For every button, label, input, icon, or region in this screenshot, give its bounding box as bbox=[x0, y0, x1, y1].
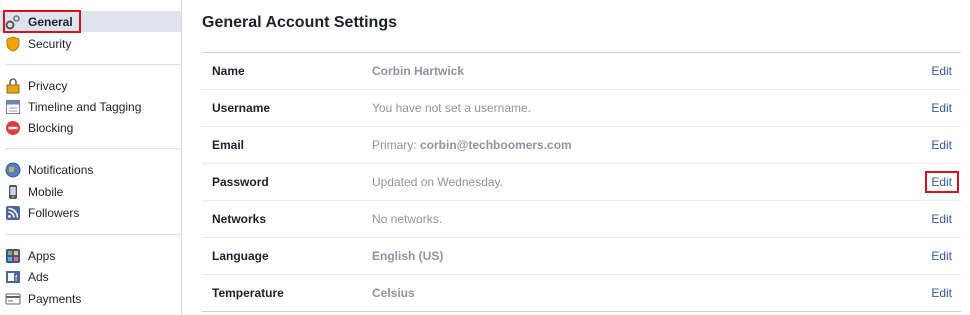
edit-temperature-link[interactable]: Edit bbox=[901, 286, 961, 300]
row-value: Primary: corbin@techboomers.com bbox=[372, 138, 901, 152]
edit-language-link[interactable]: Edit bbox=[901, 249, 961, 263]
sidebar-item-label: Blocking bbox=[28, 120, 74, 135]
sidebar-item-label: Ads bbox=[28, 269, 49, 284]
page-title: General Account Settings bbox=[202, 14, 397, 31]
globe-icon bbox=[5, 162, 21, 178]
edit-email-link[interactable]: Edit bbox=[901, 138, 961, 152]
shield-icon bbox=[5, 35, 21, 52]
sidebar-item-followers[interactable]: Followers bbox=[5, 202, 181, 223]
timeline-icon bbox=[5, 99, 21, 115]
sidebar-item-notifications[interactable]: Notifications bbox=[5, 159, 181, 180]
lock-icon bbox=[5, 77, 21, 94]
sidebar-item-ads[interactable]: f Ads bbox=[5, 266, 181, 287]
sidebar-item-label: General bbox=[28, 14, 73, 29]
sidebar-item-label: Security bbox=[28, 36, 72, 51]
row-value: Updated on Wednesday. bbox=[372, 175, 503, 189]
row-value: You have not set a username. bbox=[372, 101, 531, 115]
settings-main: General Account Settings Name Corbin Har… bbox=[182, 0, 970, 315]
row-label: Email bbox=[212, 138, 245, 152]
row-label: Language bbox=[212, 249, 269, 263]
sidebar-item-payments[interactable]: Payments bbox=[5, 288, 181, 309]
row-value: No networks. bbox=[372, 212, 443, 226]
row-label: Networks bbox=[212, 212, 267, 226]
edit-networks-link[interactable]: Edit bbox=[901, 212, 961, 226]
row-label: Password bbox=[212, 175, 269, 189]
settings-row-username[interactable]: Username You have not set a username. Ed… bbox=[202, 90, 961, 127]
sidebar-item-apps[interactable]: Apps bbox=[5, 245, 181, 266]
settings-row-name[interactable]: Name Corbin Hartwick Edit bbox=[202, 53, 961, 90]
gears-icon bbox=[5, 14, 21, 30]
sidebar-divider bbox=[5, 148, 181, 149]
blocking-icon bbox=[5, 120, 21, 136]
edit-password-link[interactable]: Edit bbox=[901, 175, 961, 189]
row-value: Corbin Hartwick bbox=[372, 64, 465, 78]
row-label: Username bbox=[212, 101, 271, 115]
row-value: English (US) bbox=[372, 249, 444, 263]
sidebar-item-label: Notifications bbox=[28, 162, 94, 177]
sidebar-divider bbox=[5, 64, 181, 65]
sidebar-item-label: Mobile bbox=[28, 184, 64, 199]
sidebar-item-label: Timeline and Tagging bbox=[28, 99, 142, 114]
sidebar-item-label: Privacy bbox=[28, 78, 68, 93]
settings-row-temperature[interactable]: Temperature Celsius Edit bbox=[202, 275, 961, 312]
payments-icon bbox=[5, 291, 21, 307]
sidebar-item-label: Followers bbox=[28, 205, 80, 220]
row-label: Temperature bbox=[212, 286, 284, 300]
sidebar-item-label: Payments bbox=[28, 291, 82, 306]
ads-icon: f bbox=[5, 269, 21, 285]
sidebar-item-mobile[interactable]: Mobile bbox=[5, 181, 181, 202]
settings-row-password[interactable]: Password Updated on Wednesday. Edit bbox=[202, 164, 961, 201]
sidebar-item-timeline-and-tagging[interactable]: Timeline and Tagging bbox=[5, 96, 181, 117]
sidebar-item-general[interactable]: General bbox=[0, 11, 181, 32]
sidebar-item-privacy[interactable]: Privacy bbox=[5, 75, 181, 96]
edit-username-link[interactable]: Edit bbox=[901, 101, 961, 115]
edit-name-link[interactable]: Edit bbox=[901, 64, 961, 78]
sidebar-divider bbox=[5, 234, 181, 235]
sidebar-item-label: Apps bbox=[28, 248, 56, 263]
email-prefix: Primary: bbox=[372, 138, 420, 152]
row-value: Celsius bbox=[372, 286, 415, 300]
settings-row-language[interactable]: Language English (US) Edit bbox=[202, 238, 961, 275]
email-address: corbin@techboomers.com bbox=[420, 138, 572, 152]
mobile-icon bbox=[5, 184, 21, 200]
rss-icon bbox=[5, 205, 21, 221]
settings-row-networks[interactable]: Networks No networks. Edit bbox=[202, 201, 961, 238]
settings-sidebar: General Security Privacy Timeline and Ta… bbox=[0, 0, 182, 315]
sidebar-item-security[interactable]: Security bbox=[5, 33, 181, 54]
settings-row-email[interactable]: Email Primary: corbin@techboomers.com Ed… bbox=[202, 127, 961, 164]
sidebar-item-blocking[interactable]: Blocking bbox=[5, 117, 181, 138]
apps-icon bbox=[5, 248, 21, 264]
row-label: Name bbox=[212, 64, 245, 78]
